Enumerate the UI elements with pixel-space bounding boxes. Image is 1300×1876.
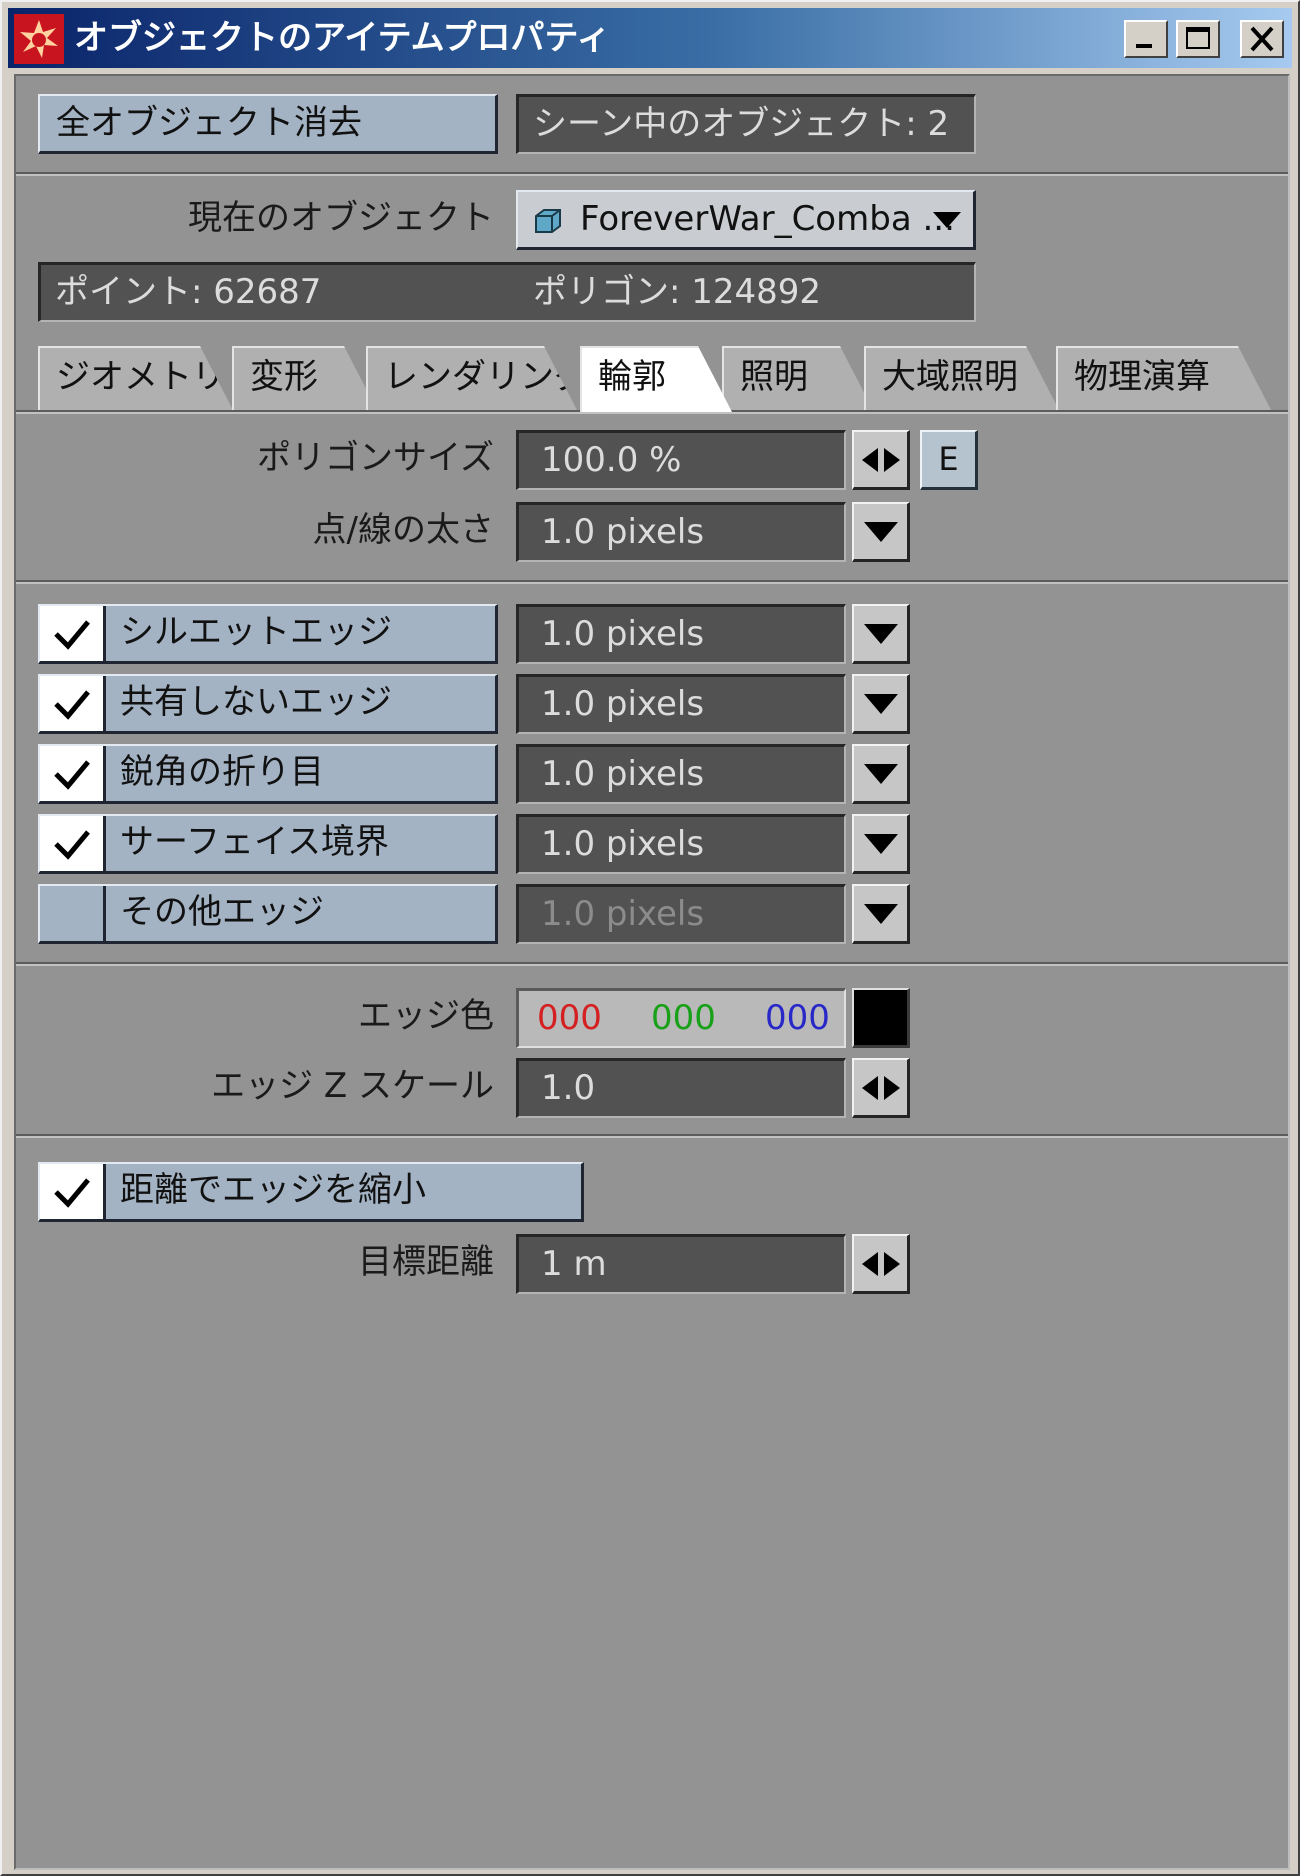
polygon-count: ポリゴン: 124892 (533, 272, 822, 312)
tab-rendering[interactable]: レンダリング (366, 346, 578, 412)
target-distance-slider-button[interactable] (852, 1234, 910, 1294)
other-edges-size[interactable]: 1.0 pixels (516, 884, 846, 944)
unshared-edges-size[interactable]: 1.0 pixels (516, 674, 846, 734)
minimize-button[interactable] (1124, 20, 1168, 58)
separator (16, 172, 1288, 176)
silhouette-edges-checkbox[interactable] (40, 606, 106, 661)
edge-color-label: エッジ色 (358, 996, 494, 1036)
chevron-down-icon (864, 624, 898, 644)
edge-color-blue[interactable]: 000 (765, 991, 830, 1045)
unshared-edges-checkbox[interactable] (40, 676, 106, 731)
checkmark-icon (54, 690, 90, 720)
shrink-edges-checkbox[interactable] (40, 1164, 106, 1219)
target-distance-label: 目標距離 (358, 1242, 494, 1282)
point-count: ポイント: 62687 (55, 272, 322, 312)
unshared-edges-label: 共有しないエッジ (120, 682, 392, 722)
chevron-down-icon (864, 764, 898, 784)
edge-z-scale-label: エッジ Z スケール (211, 1066, 494, 1106)
surface-borders-checkbox[interactable] (40, 816, 106, 871)
edge-color-field[interactable]: 000 000 000 (516, 988, 846, 1048)
silhouette-edges-dropdown[interactable] (852, 604, 910, 664)
sharp-creases-label: 鋭角の折り目 (120, 752, 324, 792)
silhouette-edges-size[interactable]: 1.0 pixels (516, 604, 846, 664)
tab-lights[interactable]: 照明 (722, 346, 874, 412)
checkmark-icon (54, 620, 90, 650)
sharp-creases-size[interactable]: 1.0 pixels (516, 744, 846, 804)
edge-color-red[interactable]: 000 (537, 991, 602, 1045)
object-stats: ポイント: 62687 ポリゴン: 124892 (38, 262, 976, 322)
envelope-e-button[interactable]: E (920, 430, 978, 490)
tab-dynamics[interactable]: 物理演算 (1056, 346, 1272, 412)
separator (16, 1134, 1288, 1138)
surface-borders-size[interactable]: 1.0 pixels (516, 814, 846, 874)
edge-color-swatch[interactable] (852, 988, 910, 1048)
separator (16, 962, 1288, 966)
lightwave-app-icon (14, 14, 64, 64)
minimize-icon (1136, 44, 1152, 48)
polygon-size-slider-button[interactable] (852, 430, 910, 490)
surface-borders-dropdown[interactable] (852, 814, 910, 874)
target-distance-field[interactable]: 1 m (516, 1234, 846, 1294)
polygon-size-field[interactable]: 100.0 % (516, 430, 846, 490)
maximize-button[interactable] (1176, 20, 1220, 58)
separator (16, 580, 1288, 584)
other-edges-label: その他エッジ (120, 892, 324, 932)
checkmark-icon (54, 760, 90, 790)
sharp-creases-toggle[interactable]: 鋭角の折り目 (38, 744, 498, 804)
surface-borders-toggle[interactable]: サーフェイス境界 (38, 814, 498, 874)
point-line-size-label: 点/線の太さ (312, 510, 494, 550)
left-right-arrows-icon (862, 1252, 900, 1276)
tab-bar: ジオメトリ 変形 レンダリング 輪郭 照明 大域照明 物理演算 (38, 346, 1278, 412)
point-line-size-dropdown[interactable] (852, 502, 910, 562)
edge-z-scale-slider-button[interactable] (852, 1058, 910, 1118)
other-edges-checkbox[interactable] (40, 886, 106, 941)
silhouette-edges-toggle[interactable]: シルエットエッジ (38, 604, 498, 664)
current-object-name: ForeverWar_Comba ... (580, 199, 955, 239)
window-title: オブジェクトのアイテムプロパティ (74, 18, 611, 58)
title-bar[interactable]: オブジェクトのアイテムプロパティ (8, 8, 1292, 68)
other-edges-dropdown[interactable] (852, 884, 910, 944)
point-line-size-field[interactable]: 1.0 pixels (516, 502, 846, 562)
checkmark-icon (54, 830, 90, 860)
polygon-size-label: ポリゴンサイズ (257, 438, 494, 478)
tab-global-illumination[interactable]: 大域照明 (864, 346, 1060, 412)
contents-panel: 全オブジェクト消去 シーン中のオブジェクト: 2 現在のオブジェクト Forev… (14, 74, 1290, 1870)
chevron-down-icon (864, 694, 898, 714)
tab-geometry[interactable]: ジオメトリ (38, 346, 234, 412)
chevron-down-icon (864, 904, 898, 924)
chevron-down-icon (933, 212, 961, 228)
silhouette-edges-label: シルエットエッジ (120, 612, 392, 652)
unshared-edges-dropdown[interactable] (852, 674, 910, 734)
surface-borders-label: サーフェイス境界 (120, 822, 389, 862)
object-cube-icon (535, 209, 561, 233)
checkmark-icon (54, 1178, 90, 1208)
edge-color-green[interactable]: 000 (651, 991, 716, 1045)
tab-edges[interactable]: 輪郭 (580, 346, 732, 412)
scene-object-count: シーン中のオブジェクト: 2 (516, 94, 976, 154)
close-button[interactable] (1240, 20, 1284, 58)
close-icon (1250, 26, 1274, 52)
clear-all-objects-button[interactable]: 全オブジェクト消去 (38, 94, 498, 154)
chevron-down-icon (864, 834, 898, 854)
shrink-edges-with-distance-toggle[interactable]: 距離でエッジを縮小 (38, 1162, 584, 1222)
unshared-edges-toggle[interactable]: 共有しないエッジ (38, 674, 498, 734)
current-object-label: 現在のオブジェクト (188, 198, 494, 238)
shrink-edges-label: 距離でエッジを縮小 (120, 1170, 426, 1210)
edge-z-scale-field[interactable]: 1.0 (516, 1058, 846, 1118)
left-right-arrows-icon (862, 448, 900, 472)
chevron-down-icon (864, 522, 898, 542)
sharp-creases-dropdown[interactable] (852, 744, 910, 804)
maximize-icon (1186, 27, 1210, 49)
current-object-dropdown[interactable]: ForeverWar_Comba ... (516, 190, 976, 250)
left-right-arrows-icon (862, 1076, 900, 1100)
properties-window: オブジェクトのアイテムプロパティ 全オブジェクト消去 シーン中のオブジェクト: … (0, 0, 1300, 1876)
other-edges-toggle[interactable]: その他エッジ (38, 884, 498, 944)
sharp-creases-checkbox[interactable] (40, 746, 106, 801)
tab-deform[interactable]: 変形 (232, 346, 378, 412)
